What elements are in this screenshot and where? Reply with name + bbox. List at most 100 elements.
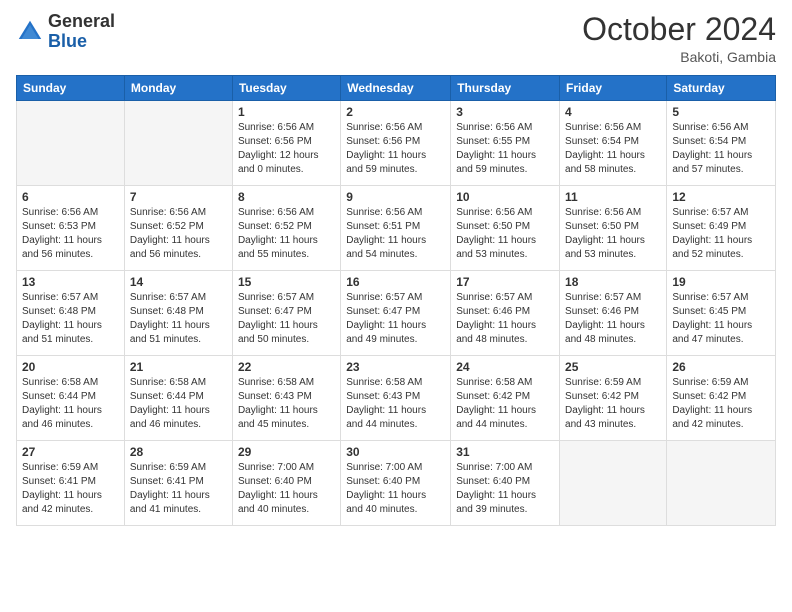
day-number: 7 [130, 190, 227, 204]
logo: General Blue [16, 12, 115, 52]
day-info: Sunrise: 6:57 AMSunset: 6:48 PMDaylight:… [130, 291, 227, 347]
day-cell [560, 441, 667, 526]
day-cell: 19 Sunrise: 6:57 AMSunset: 6:45 PMDayligh… [667, 271, 776, 356]
day-number: 9 [346, 190, 445, 204]
day-number: 8 [238, 190, 335, 204]
day-info: Sunrise: 6:59 AMSunset: 6:41 PMDaylight:… [22, 461, 119, 517]
day-cell: 22 Sunrise: 6:58 AMSunset: 6:43 PMDayligh… [232, 356, 340, 441]
day-number: 19 [672, 275, 770, 289]
day-cell: 29 Sunrise: 7:00 AMSunset: 6:40 PMDayligh… [232, 441, 340, 526]
day-info: Sunrise: 6:58 AMSunset: 6:43 PMDaylight:… [346, 376, 445, 432]
day-number: 21 [130, 360, 227, 374]
day-info: Sunrise: 6:59 AMSunset: 6:42 PMDaylight:… [565, 376, 661, 432]
day-number: 1 [238, 105, 335, 119]
day-cell: 30 Sunrise: 7:00 AMSunset: 6:40 PMDayligh… [341, 441, 451, 526]
day-number: 24 [456, 360, 554, 374]
header-thursday: Thursday [451, 76, 560, 101]
day-cell: 24 Sunrise: 6:58 AMSunset: 6:42 PMDayligh… [451, 356, 560, 441]
day-info: Sunrise: 7:00 AMSunset: 6:40 PMDaylight:… [238, 461, 335, 517]
week-row-5: 27Sunrise: 6:59 AMSunset: 6:41 PMDayligh… [17, 441, 776, 526]
day-info: Sunrise: 6:56 AMSunset: 6:53 PMDaylight:… [22, 206, 119, 262]
day-cell: 5 Sunrise: 6:56 AMSunset: 6:54 PMDaylight… [667, 101, 776, 186]
day-cell: 26Sunrise: 6:59 AMSunset: 6:42 PMDayligh… [667, 356, 776, 441]
day-info: Sunrise: 6:56 AMSunset: 6:52 PMDaylight:… [238, 206, 335, 262]
day-info: Sunrise: 6:58 AMSunset: 6:44 PMDaylight:… [22, 376, 119, 432]
day-number: 4 [565, 105, 661, 119]
day-info: Sunrise: 6:58 AMSunset: 6:42 PMDaylight:… [456, 376, 554, 432]
day-info: Sunrise: 6:58 AMSunset: 6:43 PMDaylight:… [238, 376, 335, 432]
week-row-1: 1 Sunrise: 6:56 AMSunset: 6:56 PMDaylight… [17, 101, 776, 186]
day-cell: 20 Sunrise: 6:58 AMSunset: 6:44 PMDayligh… [17, 356, 125, 441]
week-row-4: 20 Sunrise: 6:58 AMSunset: 6:44 PMDayligh… [17, 356, 776, 441]
day-cell: 31 Sunrise: 7:00 AMSunset: 6:40 PMDayligh… [451, 441, 560, 526]
day-cell: 18 Sunrise: 6:57 AMSunset: 6:46 PMDayligh… [560, 271, 667, 356]
day-cell [667, 441, 776, 526]
day-info: Sunrise: 6:56 AMSunset: 6:55 PMDaylight:… [456, 121, 554, 177]
logo-general: General [48, 11, 115, 31]
day-info: Sunrise: 6:57 AMSunset: 6:46 PMDaylight:… [565, 291, 661, 347]
day-number: 29 [238, 445, 335, 459]
calendar-header-row: SundayMondayTuesdayWednesdayThursdayFrid… [17, 76, 776, 101]
day-cell [17, 101, 125, 186]
day-number: 20 [22, 360, 119, 374]
day-number: 16 [346, 275, 445, 289]
day-number: 11 [565, 190, 661, 204]
day-number: 2 [346, 105, 445, 119]
day-number: 22 [238, 360, 335, 374]
week-row-3: 13 Sunrise: 6:57 AMSunset: 6:48 PMDayligh… [17, 271, 776, 356]
day-info: Sunrise: 6:56 AMSunset: 6:54 PMDaylight:… [672, 121, 770, 177]
week-row-2: 6Sunrise: 6:56 AMSunset: 6:53 PMDaylight… [17, 186, 776, 271]
day-number: 17 [456, 275, 554, 289]
day-number: 25 [565, 360, 661, 374]
day-cell: 4 Sunrise: 6:56 AMSunset: 6:54 PMDaylight… [560, 101, 667, 186]
day-cell: 8 Sunrise: 6:56 AMSunset: 6:52 PMDaylight… [232, 186, 340, 271]
day-number: 26 [672, 360, 770, 374]
day-cell: 1 Sunrise: 6:56 AMSunset: 6:56 PMDaylight… [232, 101, 340, 186]
day-number: 5 [672, 105, 770, 119]
day-info: Sunrise: 6:57 AMSunset: 6:47 PMDaylight:… [238, 291, 335, 347]
day-info: Sunrise: 7:00 AMSunset: 6:40 PMDaylight:… [346, 461, 445, 517]
logo-text: General Blue [48, 12, 115, 52]
day-number: 13 [22, 275, 119, 289]
day-info: Sunrise: 6:59 AMSunset: 6:41 PMDaylight:… [130, 461, 227, 517]
header: General Blue October 2024 Bakoti, Gambia [16, 12, 776, 65]
day-cell: 2 Sunrise: 6:56 AMSunset: 6:56 PMDaylight… [341, 101, 451, 186]
day-number: 12 [672, 190, 770, 204]
day-cell: 23 Sunrise: 6:58 AMSunset: 6:43 PMDayligh… [341, 356, 451, 441]
day-info: Sunrise: 6:56 AMSunset: 6:51 PMDaylight:… [346, 206, 445, 262]
day-info: Sunrise: 6:56 AMSunset: 6:56 PMDaylight:… [346, 121, 445, 177]
day-number: 23 [346, 360, 445, 374]
day-number: 3 [456, 105, 554, 119]
day-number: 14 [130, 275, 227, 289]
day-info: Sunrise: 6:57 AMSunset: 6:49 PMDaylight:… [672, 206, 770, 262]
day-cell: 12 Sunrise: 6:57 AMSunset: 6:49 PMDayligh… [667, 186, 776, 271]
day-cell [124, 101, 232, 186]
day-number: 18 [565, 275, 661, 289]
day-info: Sunrise: 7:00 AMSunset: 6:40 PMDaylight:… [456, 461, 554, 517]
day-cell: 15 Sunrise: 6:57 AMSunset: 6:47 PMDayligh… [232, 271, 340, 356]
logo-blue: Blue [48, 31, 87, 51]
day-number: 31 [456, 445, 554, 459]
day-info: Sunrise: 6:57 AMSunset: 6:46 PMDaylight:… [456, 291, 554, 347]
day-info: Sunrise: 6:56 AMSunset: 6:54 PMDaylight:… [565, 121, 661, 177]
day-number: 28 [130, 445, 227, 459]
day-cell: 16Sunrise: 6:57 AMSunset: 6:47 PMDayligh… [341, 271, 451, 356]
day-cell: 21Sunrise: 6:58 AMSunset: 6:44 PMDayligh… [124, 356, 232, 441]
day-info: Sunrise: 6:56 AMSunset: 6:56 PMDaylight:… [238, 121, 335, 177]
day-number: 10 [456, 190, 554, 204]
header-wednesday: Wednesday [341, 76, 451, 101]
day-cell: 28 Sunrise: 6:59 AMSunset: 6:41 PMDayligh… [124, 441, 232, 526]
calendar: SundayMondayTuesdayWednesdayThursdayFrid… [16, 75, 776, 526]
day-cell: 9 Sunrise: 6:56 AMSunset: 6:51 PMDaylight… [341, 186, 451, 271]
day-number: 30 [346, 445, 445, 459]
day-info: Sunrise: 6:57 AMSunset: 6:45 PMDaylight:… [672, 291, 770, 347]
day-info: Sunrise: 6:56 AMSunset: 6:52 PMDaylight:… [130, 206, 227, 262]
day-cell: 17 Sunrise: 6:57 AMSunset: 6:46 PMDayligh… [451, 271, 560, 356]
day-cell: 25 Sunrise: 6:59 AMSunset: 6:42 PMDayligh… [560, 356, 667, 441]
month-title: October 2024 [582, 12, 776, 47]
day-cell: 11Sunrise: 6:56 AMSunset: 6:50 PMDayligh… [560, 186, 667, 271]
day-cell: 14 Sunrise: 6:57 AMSunset: 6:48 PMDayligh… [124, 271, 232, 356]
day-number: 15 [238, 275, 335, 289]
day-info: Sunrise: 6:57 AMSunset: 6:48 PMDaylight:… [22, 291, 119, 347]
title-block: October 2024 Bakoti, Gambia [582, 12, 776, 65]
